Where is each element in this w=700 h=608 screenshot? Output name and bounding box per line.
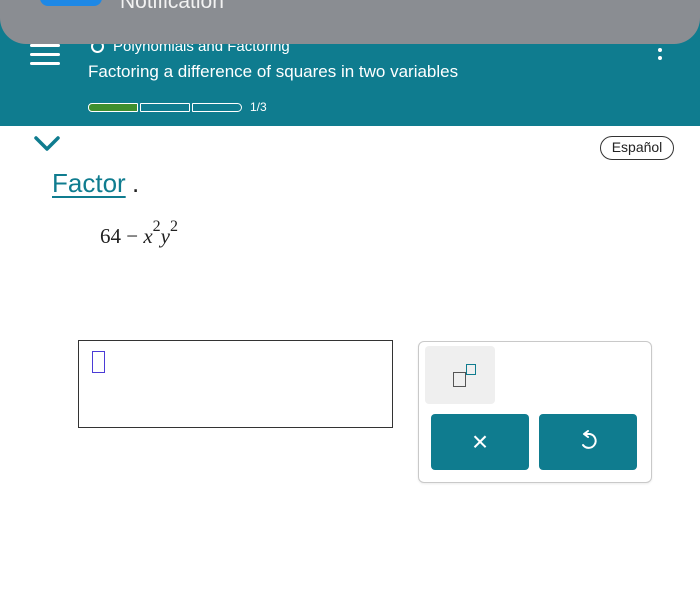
- hamburger-menu-icon[interactable]: [30, 44, 60, 68]
- notification-badge: 1: [40, 0, 102, 6]
- math-expression: 64 − x2y2: [100, 218, 178, 249]
- exponent-button[interactable]: [425, 346, 495, 404]
- expr-constant: 64: [100, 224, 121, 248]
- factor-link[interactable]: Factor: [52, 168, 126, 199]
- notification-title: Notification: [120, 0, 224, 13]
- progress-label: 1/3: [250, 100, 267, 114]
- answer-input[interactable]: [78, 340, 393, 428]
- exponent-superscript-box: [466, 364, 476, 375]
- input-cursor-box: [92, 351, 105, 373]
- clear-label: ×: [471, 426, 489, 457]
- progress-segment-2: [140, 102, 190, 112]
- expr-operator: −: [126, 224, 139, 248]
- expr-var-y: y: [160, 224, 170, 248]
- math-keypad: ×: [418, 341, 652, 483]
- notification-banner[interactable]: 1 Notification: [0, 0, 700, 44]
- undo-icon: [582, 430, 597, 449]
- chevron-down-icon[interactable]: [22, 128, 72, 158]
- progress-bar: 1/3: [88, 100, 267, 114]
- progress-segment-3: [192, 102, 242, 112]
- exponent-template-icon: [453, 372, 466, 387]
- progress-segment-1: [88, 102, 138, 112]
- clear-button[interactable]: ×: [431, 414, 529, 470]
- factor-period: .: [132, 168, 140, 198]
- espanol-button[interactable]: Español: [600, 136, 674, 160]
- expr-exp-y: 2: [170, 218, 178, 235]
- undo-button[interactable]: [539, 414, 637, 470]
- expr-exp-x: 2: [152, 218, 161, 235]
- subtopic-title: Factoring a difference of squares in two…: [88, 62, 459, 81]
- expr-var-x: x: [143, 224, 153, 248]
